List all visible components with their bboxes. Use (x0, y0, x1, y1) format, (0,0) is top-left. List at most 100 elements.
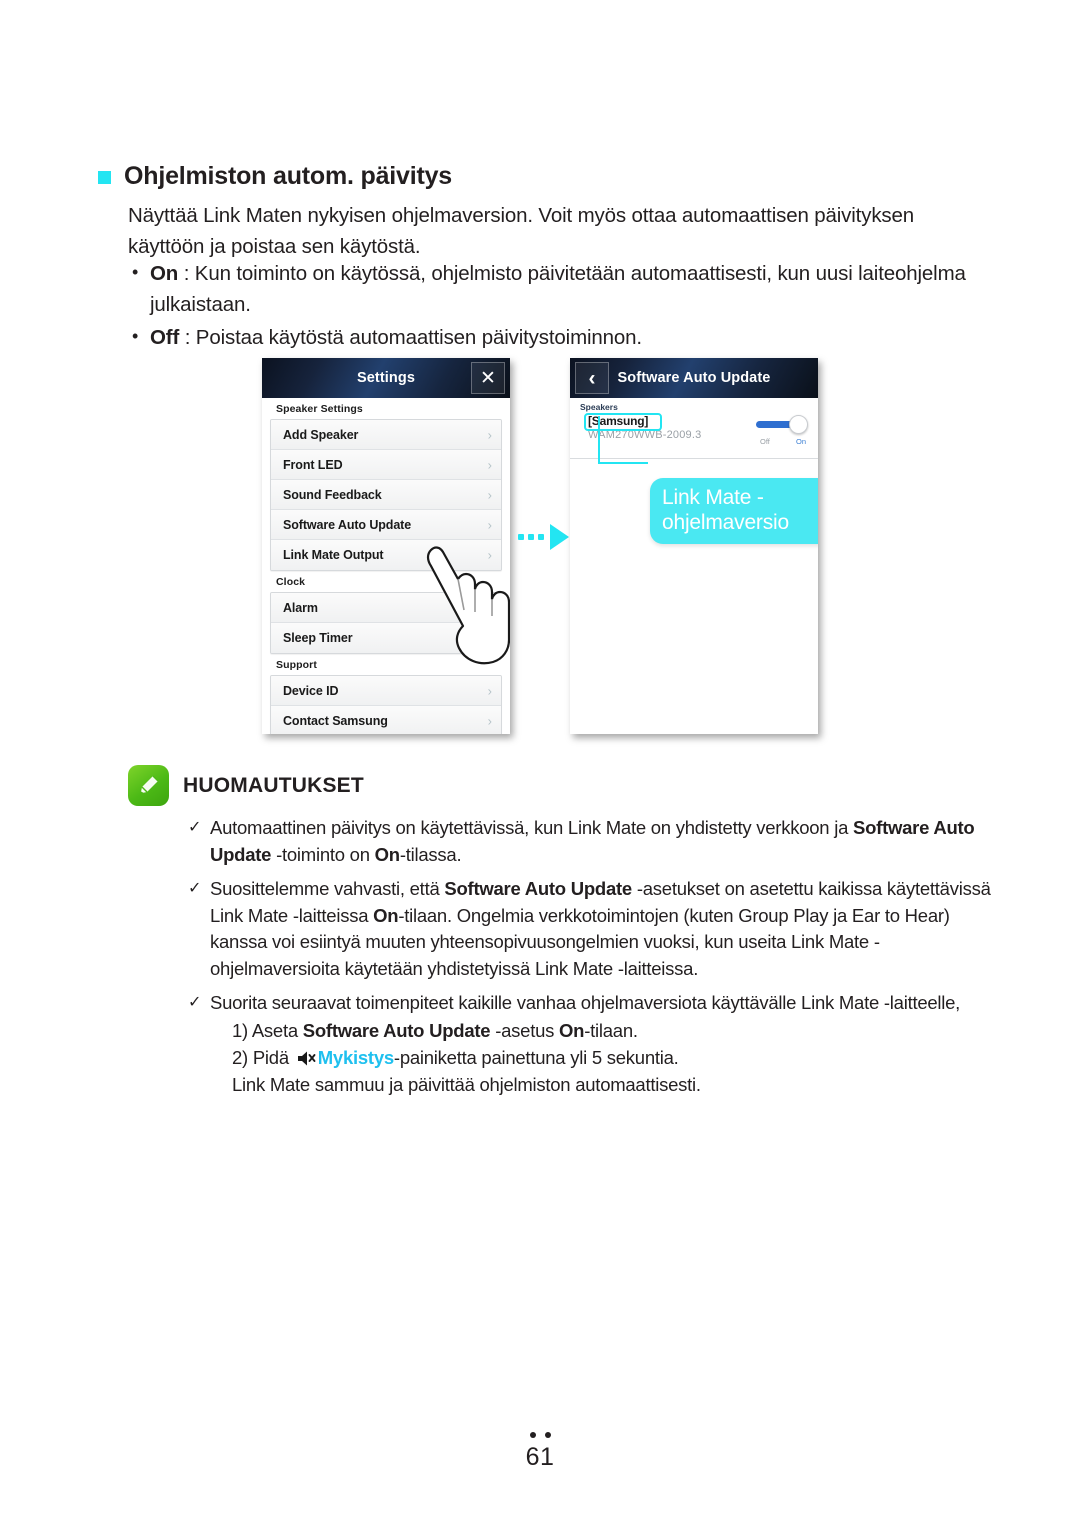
toggle-knob[interactable] (789, 415, 808, 434)
row-label: Front LED (283, 457, 343, 472)
page-footer: 61 (0, 1432, 1080, 1472)
row-label: Link Mate Output (283, 548, 384, 562)
toggle-off-label: Off (760, 437, 770, 446)
settings-row-add-speaker[interactable]: Add Speaker › (271, 420, 501, 450)
option-text-on: : Kun toiminto on käytössä, ohjelmisto p… (150, 262, 966, 316)
group-card-clock: Alarm › Sleep Timer › (270, 592, 502, 654)
step-prefix: 2) Pidä (232, 1046, 294, 1068)
speakers-group-label: Speakers (580, 402, 618, 412)
row-label: Sound Feedback (283, 487, 382, 502)
check-icon: ✓ (188, 994, 202, 1011)
update-title: Software Auto Update (617, 370, 771, 386)
group-label-speaker: Speaker Settings (276, 403, 363, 415)
arrow-dot (538, 534, 544, 540)
step-3: Link Mate sammuu ja päivittää ohjelmisto… (232, 1073, 701, 1095)
manual-page: Ohjelmiston autom. päivitys Näyttää Link… (0, 0, 1080, 1527)
chevron-right-icon: › (487, 427, 492, 442)
chevron-right-icon: › (487, 630, 492, 646)
option-list: On : Kun toiminto on käytössä, ohjelmist… (128, 257, 998, 355)
notes-list: ✓ Automaattinen päivitys on käytettävissä… (188, 815, 1000, 1106)
chevron-right-icon: › (487, 547, 492, 563)
check-icon: ✓ (188, 880, 202, 897)
update-content: Speakers [Samsung] WAM270WWB-2009.3 Off … (570, 398, 818, 734)
row-label: Contact Samsung (283, 714, 388, 728)
step-suffix: -painiketta painettuna yli 5 sekuntia. (393, 1046, 679, 1068)
settings-screen-mockup: Settings ✕ Speaker Settings Add Speaker … (262, 358, 510, 734)
note-sub-steps: 1) Aseta Software Auto Update -asetus On… (210, 1017, 1000, 1098)
chevron-right-icon: › (487, 517, 492, 532)
notes-title: HUOMAUTUKSET (183, 773, 364, 797)
callout-connector-vertical (598, 416, 600, 464)
settings-row-contact-samsung[interactable]: Contact Samsung › (271, 706, 501, 734)
pencil-note-icon (128, 765, 169, 806)
note-bold: Software Auto Update (444, 878, 632, 899)
option-term-on: On (150, 262, 179, 285)
list-item: On : Kun toiminto on käytössä, ohjelmist… (128, 257, 998, 320)
note-text: Automaattinen päivitys on käytettävissä,… (210, 817, 854, 838)
note-text: Suorita seuraavat toimenpiteet kaikille … (210, 992, 961, 1013)
note-item: ✓ Suorita seuraavat toimenpiteet kaikille… (188, 990, 1000, 1098)
auto-update-toggle[interactable]: Off On (752, 415, 808, 446)
update-title-bar: ‹ Software Auto Update (570, 358, 818, 398)
step-2: 2) Pidä Mykistys-painiketta painettuna y… (232, 1044, 1000, 1071)
row-label: Sleep Timer (283, 631, 353, 645)
chevron-right-icon: › (487, 600, 492, 615)
settings-row-device-id[interactable]: Device ID › (271, 676, 501, 706)
settings-row-sound-feedback[interactable]: Sound Feedback › (271, 480, 501, 510)
chevron-right-icon: › (487, 713, 492, 729)
arrow-head (550, 524, 569, 550)
settings-row-sleep-timer[interactable]: Sleep Timer › (271, 623, 501, 653)
note-bold: On (374, 843, 400, 865)
check-icon: ✓ (188, 819, 202, 836)
settings-row-front-led[interactable]: Front LED › (271, 450, 501, 480)
step-bold: Software Auto Update (302, 1019, 491, 1041)
section-heading: Ohjelmiston autom. päivitys (98, 162, 452, 191)
step-bold2: On (559, 1019, 585, 1041)
settings-row-software-auto-update[interactable]: Software Auto Update › (271, 510, 501, 540)
square-bullet-icon (98, 171, 111, 184)
page-title: Ohjelmiston autom. päivitys (124, 162, 452, 190)
close-button[interactable]: ✕ (471, 362, 505, 394)
chevron-left-icon: ‹ (588, 366, 596, 390)
note-bold: On (373, 904, 399, 926)
intro-paragraph: Näyttää Link Maten nykyisen ohjelmaversi… (128, 204, 915, 258)
group-card-support: Device ID › Contact Samsung › (270, 675, 502, 734)
group-card-speaker: Add Speaker › Front LED › Sound Feedback… (270, 419, 502, 571)
callout-connector-horizontal (598, 462, 648, 464)
footer-dot (544, 1432, 551, 1438)
mute-icon (297, 1051, 316, 1065)
footer-dots-icon (0, 1432, 1080, 1438)
option-term-off: Off (150, 326, 180, 349)
arrow-dot (518, 534, 524, 540)
settings-row-alarm[interactable]: Alarm › (271, 593, 501, 623)
chevron-right-icon: › (487, 683, 492, 698)
note-text: Suosittelemme vahvasti, että (210, 878, 445, 899)
footer-dot (529, 1432, 536, 1438)
group-label-clock: Clock (276, 576, 306, 588)
back-button[interactable]: ‹ (575, 362, 609, 394)
speaker-row[interactable]: [Samsung] WAM270WWB-2009.3 Off On (570, 413, 818, 459)
arrow-dot (528, 534, 534, 540)
mute-button-label: Mykistys (317, 1046, 394, 1068)
row-label: Add Speaker (283, 427, 359, 442)
row-label: Alarm (283, 600, 318, 615)
toggle-track (756, 415, 808, 434)
step-suffix: -tilaan. (584, 1019, 638, 1041)
step-prefix: 1) Aseta (232, 1019, 303, 1041)
option-text-off: : Poistaa käytöstä automaattisen päivity… (179, 326, 642, 349)
notes-header: HUOMAUTUKSET (128, 765, 364, 806)
settings-title-bar: Settings ✕ (262, 358, 510, 398)
list-item: Off : Poistaa käytöstä automaattisen päi… (128, 321, 998, 353)
group-label-support: Support (276, 659, 317, 671)
settings-row-link-mate-output[interactable]: Link Mate Output › (271, 540, 501, 570)
step-1: 1) Aseta Software Auto Update -asetus On… (232, 1017, 1000, 1044)
chevron-right-icon: › (487, 457, 492, 472)
close-icon: ✕ (480, 367, 496, 389)
toggle-on-label: On (795, 437, 806, 446)
note-item: ✓ Automaattinen päivitys on käytettävissä… (188, 815, 1000, 868)
toggle-labels: Off On (752, 437, 808, 446)
step-mid: -asetus (490, 1019, 560, 1041)
page-number: 61 (525, 1443, 555, 1471)
note-item: ✓ Suosittelemme vahvasti, että Software A… (188, 876, 1000, 982)
row-label: Device ID (283, 683, 339, 698)
